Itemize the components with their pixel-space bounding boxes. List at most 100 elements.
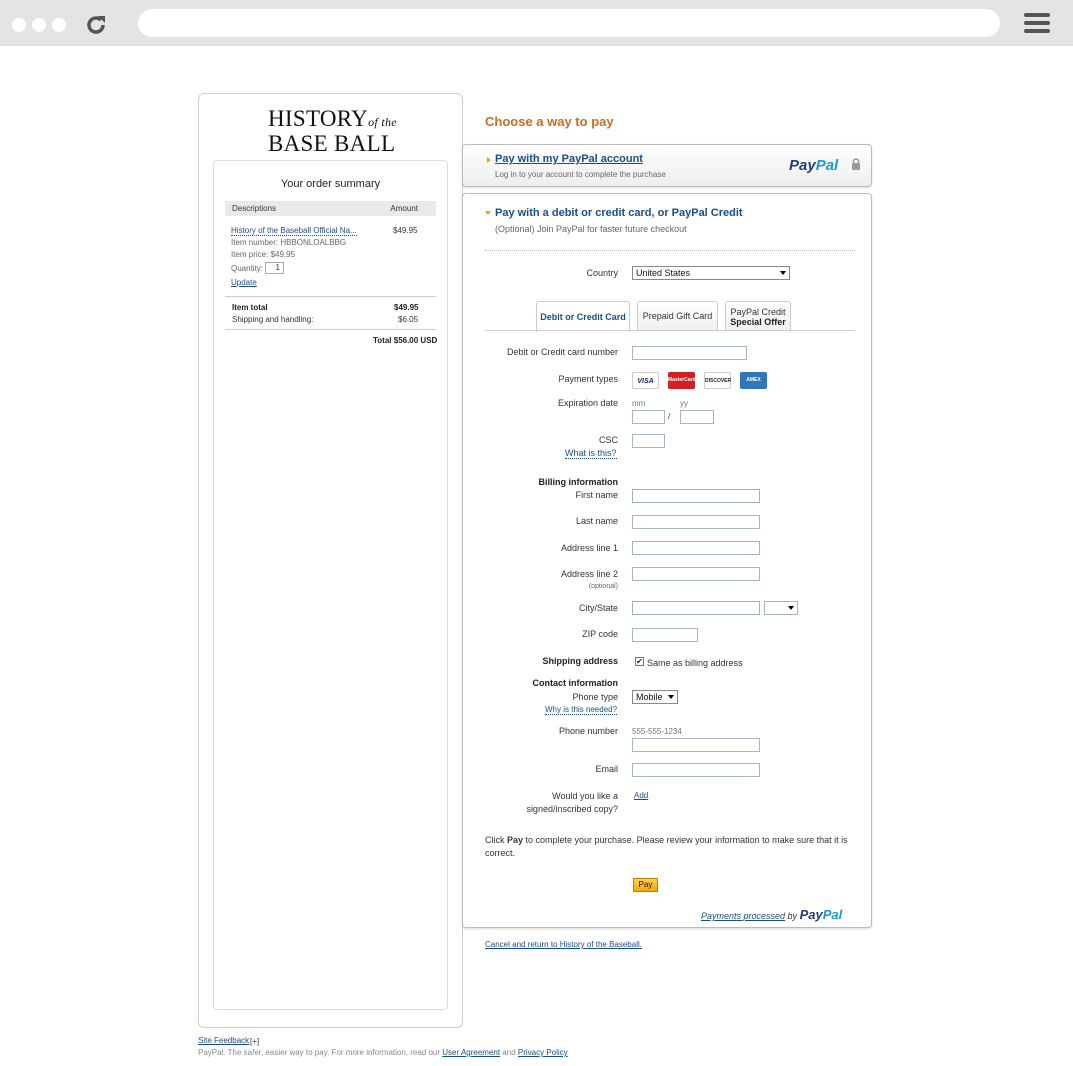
optional-hint: (optional): [588, 583, 618, 590]
reload-icon[interactable]: [84, 13, 108, 37]
pay-with-card-heading[interactable]: Pay with a debit or credit card, or PayP…: [495, 207, 743, 219]
mm-hint: mm: [632, 399, 646, 408]
tab-prepaid-gift-card[interactable]: Prepaid Gift Card: [637, 301, 718, 331]
signed-copy-label-line1: Would you like a: [552, 791, 618, 801]
phone-placeholder: 555-555-1234: [632, 727, 682, 736]
item-price: Item price: $49.95: [231, 250, 296, 259]
why-needed-link[interactable]: Why is this needed?: [545, 705, 618, 715]
divider: [225, 296, 436, 297]
same-as-billing-checkbox[interactable]: ✔: [635, 657, 644, 666]
address1-input[interactable]: [632, 541, 760, 555]
expand-arrow-icon: [487, 157, 491, 163]
country-select[interactable]: United States: [632, 266, 790, 280]
shipping-address-label: Shipping address: [542, 656, 618, 666]
item-number: Item number: HBBONLOALBBG: [231, 238, 347, 247]
tab-paypal-credit[interactable]: PayPal Credit Special Offer: [725, 301, 791, 331]
discover-icon: DISCOVER: [704, 372, 731, 389]
dropdown-arrow-icon: [780, 271, 786, 275]
order-summary-title: Your order summary: [280, 178, 381, 190]
zip-input[interactable]: [632, 628, 698, 642]
payment-types-label: Payment types: [558, 374, 618, 384]
quantity-label: Quantity:: [231, 264, 264, 273]
dotted-divider: [485, 250, 855, 251]
divider: [225, 329, 436, 330]
billing-info-heading: Billing information: [538, 477, 619, 487]
paypal-logo: PayPal: [789, 157, 839, 174]
yy-hint: yy: [680, 399, 688, 408]
phone-type-label: Phone type: [572, 692, 618, 702]
shipping-label: Shipping and handling:: [232, 315, 314, 324]
shipping-value: $6.05: [398, 315, 419, 324]
slash: /: [668, 412, 671, 421]
feedback-toggle[interactable]: [+]: [250, 1037, 259, 1046]
payments-processed-by-paypal: Payments processed by PayPal: [701, 907, 843, 922]
address1-label: Address line 1: [560, 543, 618, 553]
lock-icon: [852, 158, 860, 170]
first-name-input[interactable]: [632, 489, 760, 503]
amount-header: Amount: [390, 204, 418, 213]
collapse-arrow-icon: [485, 211, 491, 215]
same-as-billing-label: Same as billing address: [647, 658, 743, 668]
window-dot-icon[interactable]: [32, 18, 46, 32]
site-feedback-link[interactable]: Site Feedback: [198, 1036, 249, 1045]
first-name-label: First name: [575, 490, 618, 500]
visa-icon: VISA: [632, 372, 659, 389]
review-note: Click Pay to complete your purchase. Ple…: [485, 835, 848, 858]
card-option-subtitle: (Optional) Join PayPal for faster future…: [495, 224, 687, 234]
zip-label: ZIP code: [582, 629, 618, 639]
country-label: Country: [586, 268, 618, 278]
state-select[interactable]: [764, 601, 798, 615]
mastercard-icon: MasterCard: [668, 372, 696, 389]
add-signed-copy-link[interactable]: Add: [634, 791, 648, 800]
phone-number-label: Phone number: [558, 726, 618, 736]
summary-table-header: Descriptions Amount: [225, 201, 436, 216]
address-bar[interactable]: [138, 9, 1000, 37]
window-dot-icon[interactable]: [12, 18, 26, 32]
signed-copy-label-line2: signed/inscribed copy?: [526, 804, 618, 814]
footer-text: PayPal. The safer, easier way to pay. Fo…: [198, 1048, 568, 1057]
item-name-link[interactable]: History of the Baseball Official Na...: [231, 226, 357, 236]
email-label: Email: [595, 764, 618, 774]
order-summary-box: [213, 160, 448, 1010]
csc-input[interactable]: [632, 434, 665, 448]
what-is-this-link[interactable]: What is this?: [565, 448, 617, 459]
history-of-baseball-logo: HISTORYof the BASE BALL: [268, 106, 397, 156]
privacy-policy-link[interactable]: Privacy Policy: [518, 1048, 568, 1057]
paypal-option-subtitle: Log in to your account to complete the p…: [495, 170, 666, 179]
expiration-label: Expiration date: [557, 398, 618, 408]
expiration-year-input[interactable]: [680, 410, 714, 424]
dropdown-arrow-icon: [788, 606, 794, 610]
order-total: Total $56.00 USD: [373, 336, 438, 345]
city-input[interactable]: [632, 601, 760, 615]
pay-with-paypal-link[interactable]: Pay with my PayPal account: [495, 153, 643, 165]
phone-number-input[interactable]: [632, 738, 760, 752]
item-amount: $49.95: [393, 226, 418, 235]
quantity-input[interactable]: 1: [265, 262, 284, 274]
city-state-label: City/State: [578, 603, 618, 613]
expiration-month-input[interactable]: [632, 410, 665, 424]
card-number-input[interactable]: [632, 346, 747, 360]
dropdown-arrow-icon: [668, 695, 674, 699]
update-link[interactable]: Update: [231, 278, 257, 287]
card-number-label: Debit or Credit card number: [506, 347, 618, 357]
user-agreement-link[interactable]: User Agreement: [442, 1048, 500, 1057]
cancel-return-link[interactable]: Cancel and return to History of the Base…: [485, 940, 642, 949]
contact-info-heading: Contact information: [532, 678, 619, 688]
last-name-input[interactable]: [632, 515, 760, 529]
hamburger-menu-icon[interactable]: [1024, 13, 1050, 35]
address2-label: Address line 2: [560, 569, 618, 579]
browser-toolbar: [0, 0, 1073, 46]
item-total-label: Item total: [232, 303, 268, 312]
tab-debit-credit-card[interactable]: Debit or Credit Card: [536, 301, 630, 332]
choose-way-to-pay-heading: Choose a way to pay: [485, 114, 614, 129]
phone-type-select[interactable]: Mobile: [632, 690, 678, 704]
window-dot-icon[interactable]: [52, 18, 66, 32]
pay-button[interactable]: Pay: [633, 878, 658, 892]
tab-underline: [485, 330, 855, 331]
last-name-label: Last name: [575, 516, 618, 526]
address2-input[interactable]: [632, 567, 760, 581]
item-total-value: $49.95: [394, 303, 419, 312]
email-input[interactable]: [632, 763, 760, 777]
amex-icon: AMEX: [740, 372, 767, 389]
descriptions-header: Descriptions: [232, 204, 277, 213]
